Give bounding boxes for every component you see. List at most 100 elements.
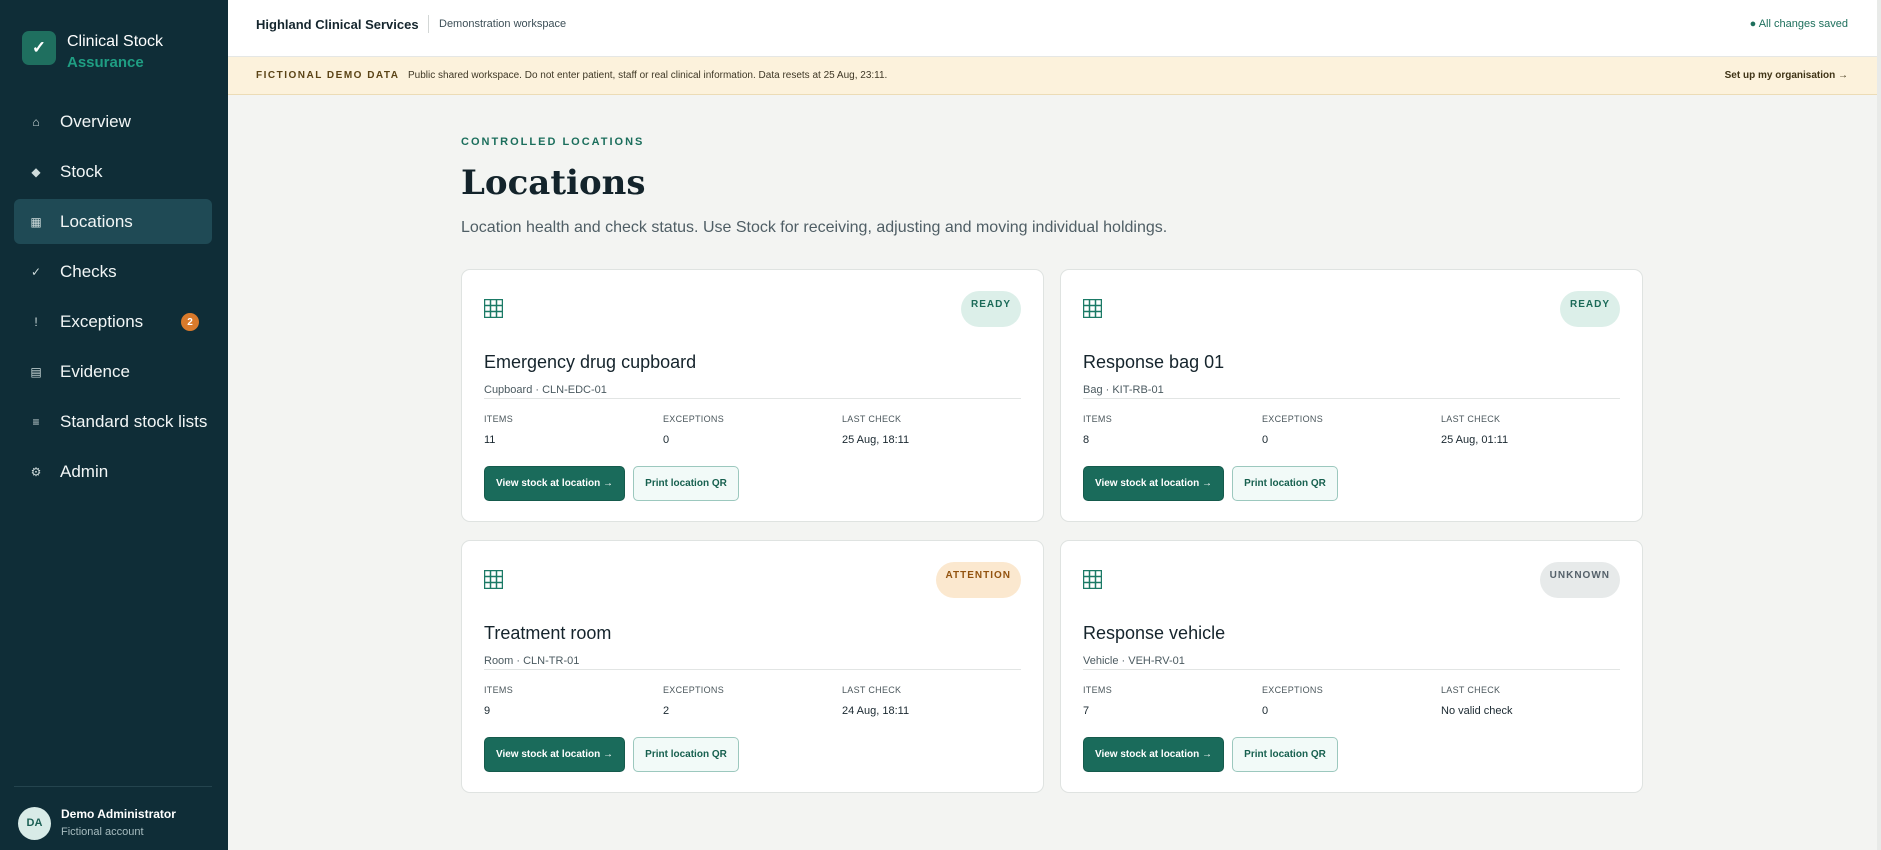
grid-icon: ▦: [30, 214, 42, 229]
sidebar-item-label: Standard stock lists: [60, 411, 208, 431]
sidebar-item-label: Checks: [60, 261, 117, 281]
stat-value: 2: [663, 705, 670, 717]
brand-name: Clinical Stock Assurance: [67, 31, 163, 73]
items-stat: ITEMS 8: [1083, 414, 1112, 446]
print-qr-button[interactable]: Print location QR: [633, 737, 739, 772]
brand-name-line2: Assurance: [67, 54, 144, 71]
user-menu[interactable]: DA Demo Administrator Fictional account: [18, 805, 176, 841]
last-check-stat: LAST CHECK 25 Aug, 18:11: [842, 414, 909, 446]
location-card: UNKNOWN Response vehicle Vehicle · VEH-R…: [1060, 540, 1643, 793]
sidebar-item-overview[interactable]: ⌂ Overview: [14, 99, 212, 144]
location-meta: Bag · KIT-RB-01: [1083, 384, 1164, 396]
status-badge: UNKNOWN: [1539, 562, 1620, 598]
last-check-stat: LAST CHECK No valid check: [1441, 685, 1513, 717]
print-qr-button[interactable]: Print location QR: [1232, 466, 1338, 501]
user-name: Demo Administrator: [61, 807, 176, 821]
banner-tag: FICTIONAL DEMO DATA: [256, 70, 400, 81]
scrollbar[interactable]: [1877, 0, 1881, 850]
print-qr-button[interactable]: Print location QR: [1232, 737, 1338, 772]
location-grid-icon: [484, 570, 503, 589]
sidebar-item-stock[interactable]: ◆ Stock: [14, 149, 212, 194]
brand-check-icon: ✓: [22, 31, 56, 65]
brand[interactable]: ✓ Clinical Stock Assurance: [22, 31, 163, 73]
sidebar-item-standard-stock-lists[interactable]: ≡ Standard stock lists: [14, 399, 212, 444]
banner-message: Public shared workspace. Do not enter pa…: [408, 70, 888, 81]
stat-label: LAST CHECK: [1441, 685, 1501, 695]
stat-label: EXCEPTIONS: [663, 414, 725, 424]
page-subtitle: Location health and check status. Use St…: [461, 219, 1168, 236]
sidebar-item-exceptions[interactable]: ! Exceptions 2: [14, 299, 212, 344]
stock-diamond-icon: ◆: [31, 164, 41, 179]
document-icon: ▤: [30, 364, 42, 379]
location-name: Treatment room: [484, 623, 612, 643]
gear-icon: ⚙: [30, 464, 42, 479]
sidebar-item-label: Locations: [60, 211, 133, 231]
location-card: ATTENTION Treatment room Room · CLN-TR-0…: [461, 540, 1044, 793]
stat-label: ITEMS: [1083, 414, 1113, 424]
user-panel: DA Demo Administrator Fictional account: [14, 786, 212, 840]
organisation-name: Highland Clinical Services: [256, 17, 419, 32]
exceptions-stat: EXCEPTIONS 0: [663, 414, 724, 446]
view-stock-button[interactable]: View stock at location →: [1083, 737, 1224, 772]
sidebar-item-label: Stock: [60, 161, 103, 181]
location-meta: Vehicle · VEH-RV-01: [1083, 655, 1185, 667]
user-subtitle: Fictional account: [61, 826, 144, 838]
last-check-stat: LAST CHECK 25 Aug, 01:11: [1441, 414, 1508, 446]
card-divider: [1083, 398, 1620, 399]
stat-value: 0: [1262, 434, 1269, 446]
location-meta: Room · CLN-TR-01: [484, 655, 580, 667]
stat-label: EXCEPTIONS: [663, 685, 725, 695]
card-divider: [484, 398, 1021, 399]
stat-value: 9: [484, 705, 491, 717]
stat-label: LAST CHECK: [842, 414, 902, 424]
stat-label: LAST CHECK: [842, 685, 902, 695]
status-badge: READY: [960, 291, 1021, 327]
location-card: READY Response bag 01 Bag · KIT-RB-01 IT…: [1060, 269, 1643, 522]
location-name: Emergency drug cupboard: [484, 352, 697, 372]
sidebar-item-admin[interactable]: ⚙ Admin: [14, 449, 212, 494]
stat-value: 25 Aug, 01:11: [1441, 434, 1509, 446]
view-stock-button[interactable]: View stock at location →: [1083, 466, 1224, 501]
avatar: DA: [18, 806, 51, 840]
demo-data-banner: FICTIONAL DEMO DATA Public shared worksp…: [228, 57, 1877, 95]
setup-organisation-link[interactable]: Set up my organisation →: [1725, 70, 1848, 81]
stat-value: 7: [1083, 705, 1090, 717]
card-divider: [1083, 669, 1620, 670]
sidebar-item-label: Evidence: [60, 361, 130, 381]
location-meta: Cupboard · CLN-EDC-01: [484, 384, 607, 396]
print-qr-button[interactable]: Print location QR: [633, 466, 739, 501]
stat-value: 24 Aug, 18:11: [842, 705, 910, 717]
header-divider: [428, 15, 429, 33]
page-eyebrow: CONTROLLED LOCATIONS: [461, 136, 645, 148]
check-icon: ✓: [30, 264, 42, 279]
location-card: READY Emergency drug cupboard Cupboard ·…: [461, 269, 1044, 522]
user-info: Demo Administrator Fictional account: [61, 805, 176, 841]
exceptions-count-badge: 2: [181, 313, 199, 331]
sidebar-item-locations[interactable]: ▦ Locations: [14, 199, 212, 244]
location-name: Response bag 01: [1083, 352, 1225, 372]
stat-value: 8: [1083, 434, 1090, 446]
view-stock-button[interactable]: View stock at location →: [484, 737, 625, 772]
stat-label: EXCEPTIONS: [1262, 685, 1324, 695]
sidebar-item-evidence[interactable]: ▤ Evidence: [14, 349, 212, 394]
sidebar-item-label: Admin: [60, 461, 109, 481]
sidebar-item-checks[interactable]: ✓ Checks: [14, 249, 212, 294]
home-icon: ⌂: [32, 114, 40, 129]
stat-label: LAST CHECK: [1441, 414, 1501, 424]
exclamation-icon: !: [34, 314, 38, 329]
page-title: Locations: [461, 163, 646, 203]
stat-value: 25 Aug, 18:11: [842, 434, 910, 446]
exceptions-stat: EXCEPTIONS 0: [1262, 685, 1323, 717]
location-name: Response vehicle: [1083, 623, 1226, 643]
save-status: ● All changes saved: [1749, 18, 1848, 30]
brand-name-line1: Clinical Stock: [67, 33, 164, 50]
top-bar: Highland Clinical Services Demonstration…: [228, 0, 1877, 57]
sidebar: ✓ Clinical Stock Assurance ⌂ Overview ◆ …: [0, 0, 228, 850]
items-stat: ITEMS 7: [1083, 685, 1112, 717]
sidebar-item-label: Exceptions: [60, 311, 144, 331]
stat-label: ITEMS: [484, 414, 514, 424]
view-stock-button[interactable]: View stock at location →: [484, 466, 625, 501]
card-divider: [484, 669, 1021, 670]
location-grid-icon: [1083, 299, 1102, 318]
location-grid-icon: [484, 299, 503, 318]
